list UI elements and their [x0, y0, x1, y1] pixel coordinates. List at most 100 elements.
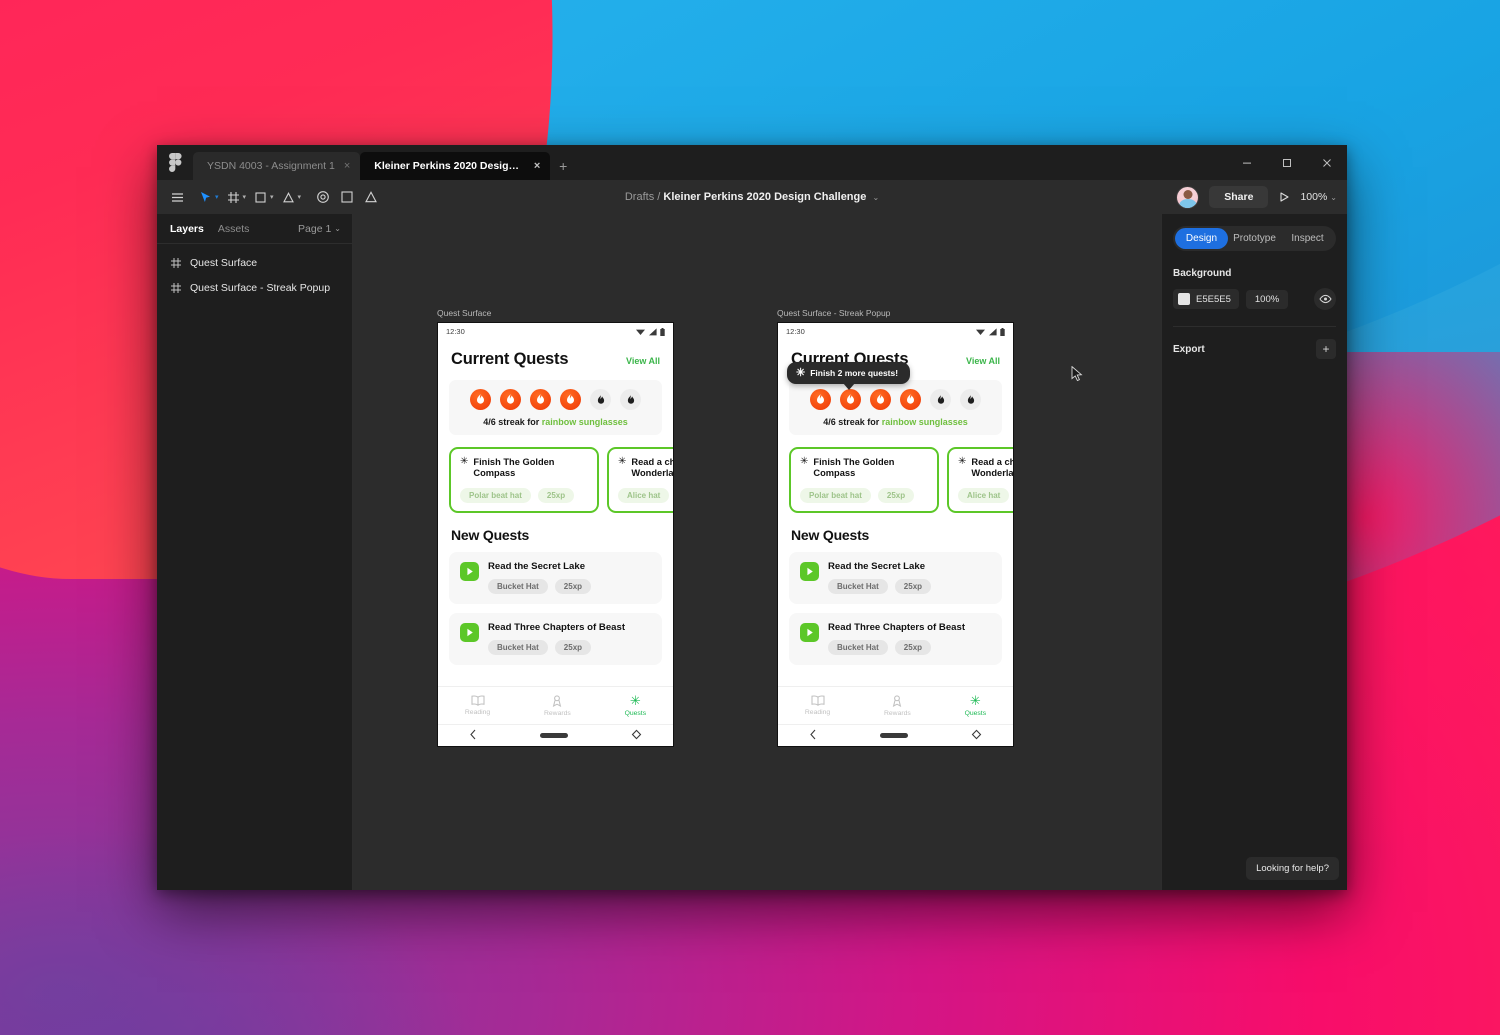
ellipse-tool[interactable]	[311, 184, 335, 210]
share-button[interactable]: Share	[1209, 186, 1269, 208]
nav-item-reading[interactable]: Reading	[805, 695, 830, 716]
nav-item-quests[interactable]: ✳ Quests	[625, 692, 647, 717]
export-section: Export +	[1173, 339, 1336, 359]
tab-prototype[interactable]: Prototype	[1228, 228, 1281, 249]
tab-assets[interactable]: Assets	[218, 223, 250, 235]
color-swatch[interactable]	[1178, 293, 1190, 305]
asterisk-icon: ✳	[460, 456, 469, 467]
nav-label: Rewards	[543, 709, 571, 717]
current-quests-list: ✳ Finish The Golden Compass Polar beat h…	[789, 447, 1013, 513]
flame-icon	[470, 389, 491, 410]
streak-flames	[455, 389, 656, 410]
flame-icon-inactive	[960, 389, 981, 410]
status-time: 12:30	[446, 327, 465, 336]
recents-diamond-icon[interactable]	[971, 727, 982, 745]
canvas-frame-quest-surface-streak-popup[interactable]: Quest Surface - Streak Popup 12:30 Curre…	[777, 308, 1014, 747]
status-bar: 12:30	[778, 323, 1013, 340]
hamburger-menu-icon[interactable]	[165, 184, 189, 210]
back-chevron-icon[interactable]	[809, 727, 817, 745]
frame-tool[interactable]: ▾	[223, 184, 251, 210]
document-tab-1[interactable]: YSDN 4003 - Assignment 1 ×	[193, 152, 361, 180]
present-button[interactable]	[1278, 191, 1290, 203]
mouse-pointer-icon	[1071, 365, 1083, 383]
pen-tool[interactable]: ▾	[278, 184, 306, 210]
chevron-down-icon[interactable]: ▾	[215, 193, 219, 201]
new-tab-button[interactable]: +	[550, 152, 576, 180]
current-quests-list: ✳ Finish The Golden Compass Polar beat h…	[449, 447, 673, 513]
home-pill-icon[interactable]	[539, 733, 568, 738]
layer-item-quest-surface-streak-popup[interactable]: Quest Surface - Streak Popup	[157, 275, 352, 300]
layer-label: Quest Surface	[190, 256, 258, 269]
avatar[interactable]	[1176, 185, 1200, 209]
tab-inspect[interactable]: Inspect	[1281, 228, 1334, 249]
rectangle-tool[interactable]	[335, 184, 359, 210]
view-all-link[interactable]: View All	[626, 356, 660, 366]
quest-title: Finish The Golden Compass	[813, 457, 895, 478]
chevron-down-icon[interactable]: ⌄	[872, 193, 879, 202]
page-selector-label: Page 1	[298, 222, 332, 235]
battery-icon	[1000, 327, 1005, 336]
document-name[interactable]: Kleiner Perkins 2020 Design Challenge	[663, 191, 866, 203]
toolbar-right-group: Share 100% ⌄	[1176, 180, 1337, 214]
chevron-down-icon[interactable]: ▾	[243, 193, 247, 201]
quest-card[interactable]: ✳ Finish The Golden Compass Polar beat h…	[449, 447, 599, 513]
maximize-icon[interactable]	[1267, 145, 1307, 180]
tab-design[interactable]: Design	[1175, 228, 1228, 249]
section-title-new-quests: New Quests	[451, 526, 530, 543]
quest-reward-tag: Bucket Hat	[488, 578, 548, 594]
asterisk-icon: ✳	[618, 456, 627, 467]
breadcrumb-parent[interactable]: Drafts	[625, 191, 654, 203]
frame-label[interactable]: Quest Surface	[437, 308, 674, 318]
chevron-down-icon[interactable]: ▾	[270, 193, 274, 201]
status-time: 12:30	[786, 327, 805, 336]
design-canvas[interactable]: Quest Surface 12:30 Current Quests View …	[353, 214, 1161, 890]
streak-tooltip[interactable]: ✳ Finish 2 more quests!	[787, 362, 911, 384]
document-tab-2[interactable]: Kleiner Perkins 2020 Design Challen... ×	[360, 152, 551, 180]
streak-card: 4/6 streak for rainbow sunglasses	[789, 380, 1002, 435]
flame-icon-inactive	[590, 389, 611, 410]
help-badge[interactable]: Looking for help?	[1246, 857, 1339, 880]
quest-card[interactable]: ✳ Read a chapter in Wonderland Alice hat	[607, 447, 673, 513]
trophy-icon	[893, 694, 902, 707]
bottom-navigation: Reading Rewards ✳ Quests	[778, 686, 1013, 724]
screen-header: Current Quests View All	[438, 340, 673, 378]
background-color-field[interactable]: E5E5E5	[1173, 289, 1239, 309]
background-opacity-field[interactable]: 100%	[1245, 289, 1289, 309]
page-selector[interactable]: Page 1 ⌄	[298, 223, 341, 235]
back-chevron-icon[interactable]	[469, 727, 477, 745]
frame-label[interactable]: Quest Surface - Streak Popup	[777, 308, 1014, 318]
minimize-icon[interactable]	[1227, 145, 1267, 180]
eye-icon[interactable]	[1314, 288, 1336, 310]
nav-item-rewards[interactable]: Rewards	[543, 694, 571, 717]
asterisk-icon: ✳	[629, 692, 641, 708]
zoom-control[interactable]: 100% ⌄	[1300, 191, 1337, 203]
new-quest-item[interactable]: Read Three Chapters of Beast Bucket Hat …	[789, 612, 1002, 665]
polygon-tool[interactable]	[359, 184, 383, 210]
new-quest-item[interactable]: Read the Secret Lake Bucket Hat 25xp	[449, 551, 662, 604]
nav-item-rewards[interactable]: Rewards	[884, 694, 911, 717]
new-quest-item[interactable]: Read Three Chapters of Beast Bucket Hat …	[449, 612, 662, 665]
new-quest-item[interactable]: Read the Secret Lake Bucket Hat 25xp	[789, 551, 1002, 604]
figma-logo-icon[interactable]	[157, 145, 193, 180]
view-all-link[interactable]: View All	[966, 356, 1000, 366]
quest-card[interactable]: ✳ Finish The Golden Compass Polar beat h…	[789, 447, 939, 513]
layer-item-quest-surface[interactable]: Quest Surface	[157, 250, 352, 275]
nav-item-quests[interactable]: ✳ Quests	[965, 694, 987, 717]
tab-label: Kleiner Perkins 2020 Design Challen...	[374, 160, 525, 172]
chevron-down-icon[interactable]: ▾	[298, 193, 302, 201]
nav-item-reading[interactable]: Reading	[465, 695, 490, 716]
signal-icon	[649, 327, 657, 335]
add-export-button[interactable]: +	[1316, 339, 1336, 359]
home-pill-icon[interactable]	[879, 733, 908, 738]
quest-card[interactable]: ✳ Read a chapter in Wonderland Alice hat	[947, 447, 1013, 513]
close-icon[interactable]: ×	[344, 160, 350, 172]
background-hex-value[interactable]: E5E5E5	[1196, 294, 1231, 305]
close-icon[interactable]	[1307, 145, 1347, 180]
trophy-icon	[553, 694, 562, 707]
shape-tool[interactable]: ▾	[250, 184, 278, 210]
close-icon[interactable]: ×	[534, 160, 540, 172]
move-tool[interactable]: ▾	[195, 184, 223, 210]
canvas-frame-quest-surface[interactable]: Quest Surface 12:30 Current Quests View …	[437, 308, 674, 747]
recents-diamond-icon[interactable]	[631, 727, 642, 745]
tab-layers[interactable]: Layers	[170, 223, 204, 235]
